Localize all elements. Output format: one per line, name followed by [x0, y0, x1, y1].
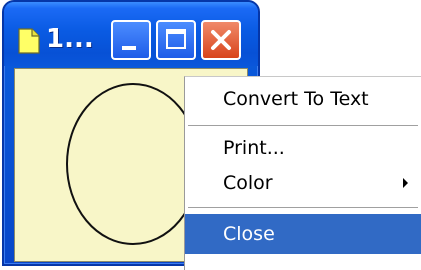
menu-item-label: Convert To Text [223, 88, 369, 110]
menu-item-convert-to-text[interactable]: Convert To Text [185, 79, 421, 119]
screen: 1... Convert To Text Print... Color Clos… [0, 0, 421, 270]
menu-separator [188, 125, 418, 126]
context-menu: Convert To Text Print... Color Close [184, 76, 421, 270]
title-bar[interactable]: 1... [4, 2, 258, 66]
menu-separator [188, 207, 418, 208]
minimize-icon [122, 46, 136, 50]
menu-item-label: Print... [223, 137, 285, 159]
minimize-button[interactable] [111, 20, 151, 60]
menu-item-print[interactable]: Print... [185, 131, 421, 165]
close-button[interactable] [201, 20, 241, 60]
window-title: 1... [46, 24, 94, 54]
menu-item-label: Color [223, 172, 273, 194]
maximize-button[interactable] [156, 20, 196, 60]
sticky-note-icon [18, 28, 40, 54]
menu-item-color[interactable]: Color [185, 166, 421, 200]
submenu-arrow-icon [403, 178, 408, 188]
menu-item-close[interactable]: Close [185, 214, 421, 254]
menu-item-label: Close [223, 223, 275, 245]
close-icon [211, 30, 231, 50]
maximize-icon [166, 29, 186, 49]
